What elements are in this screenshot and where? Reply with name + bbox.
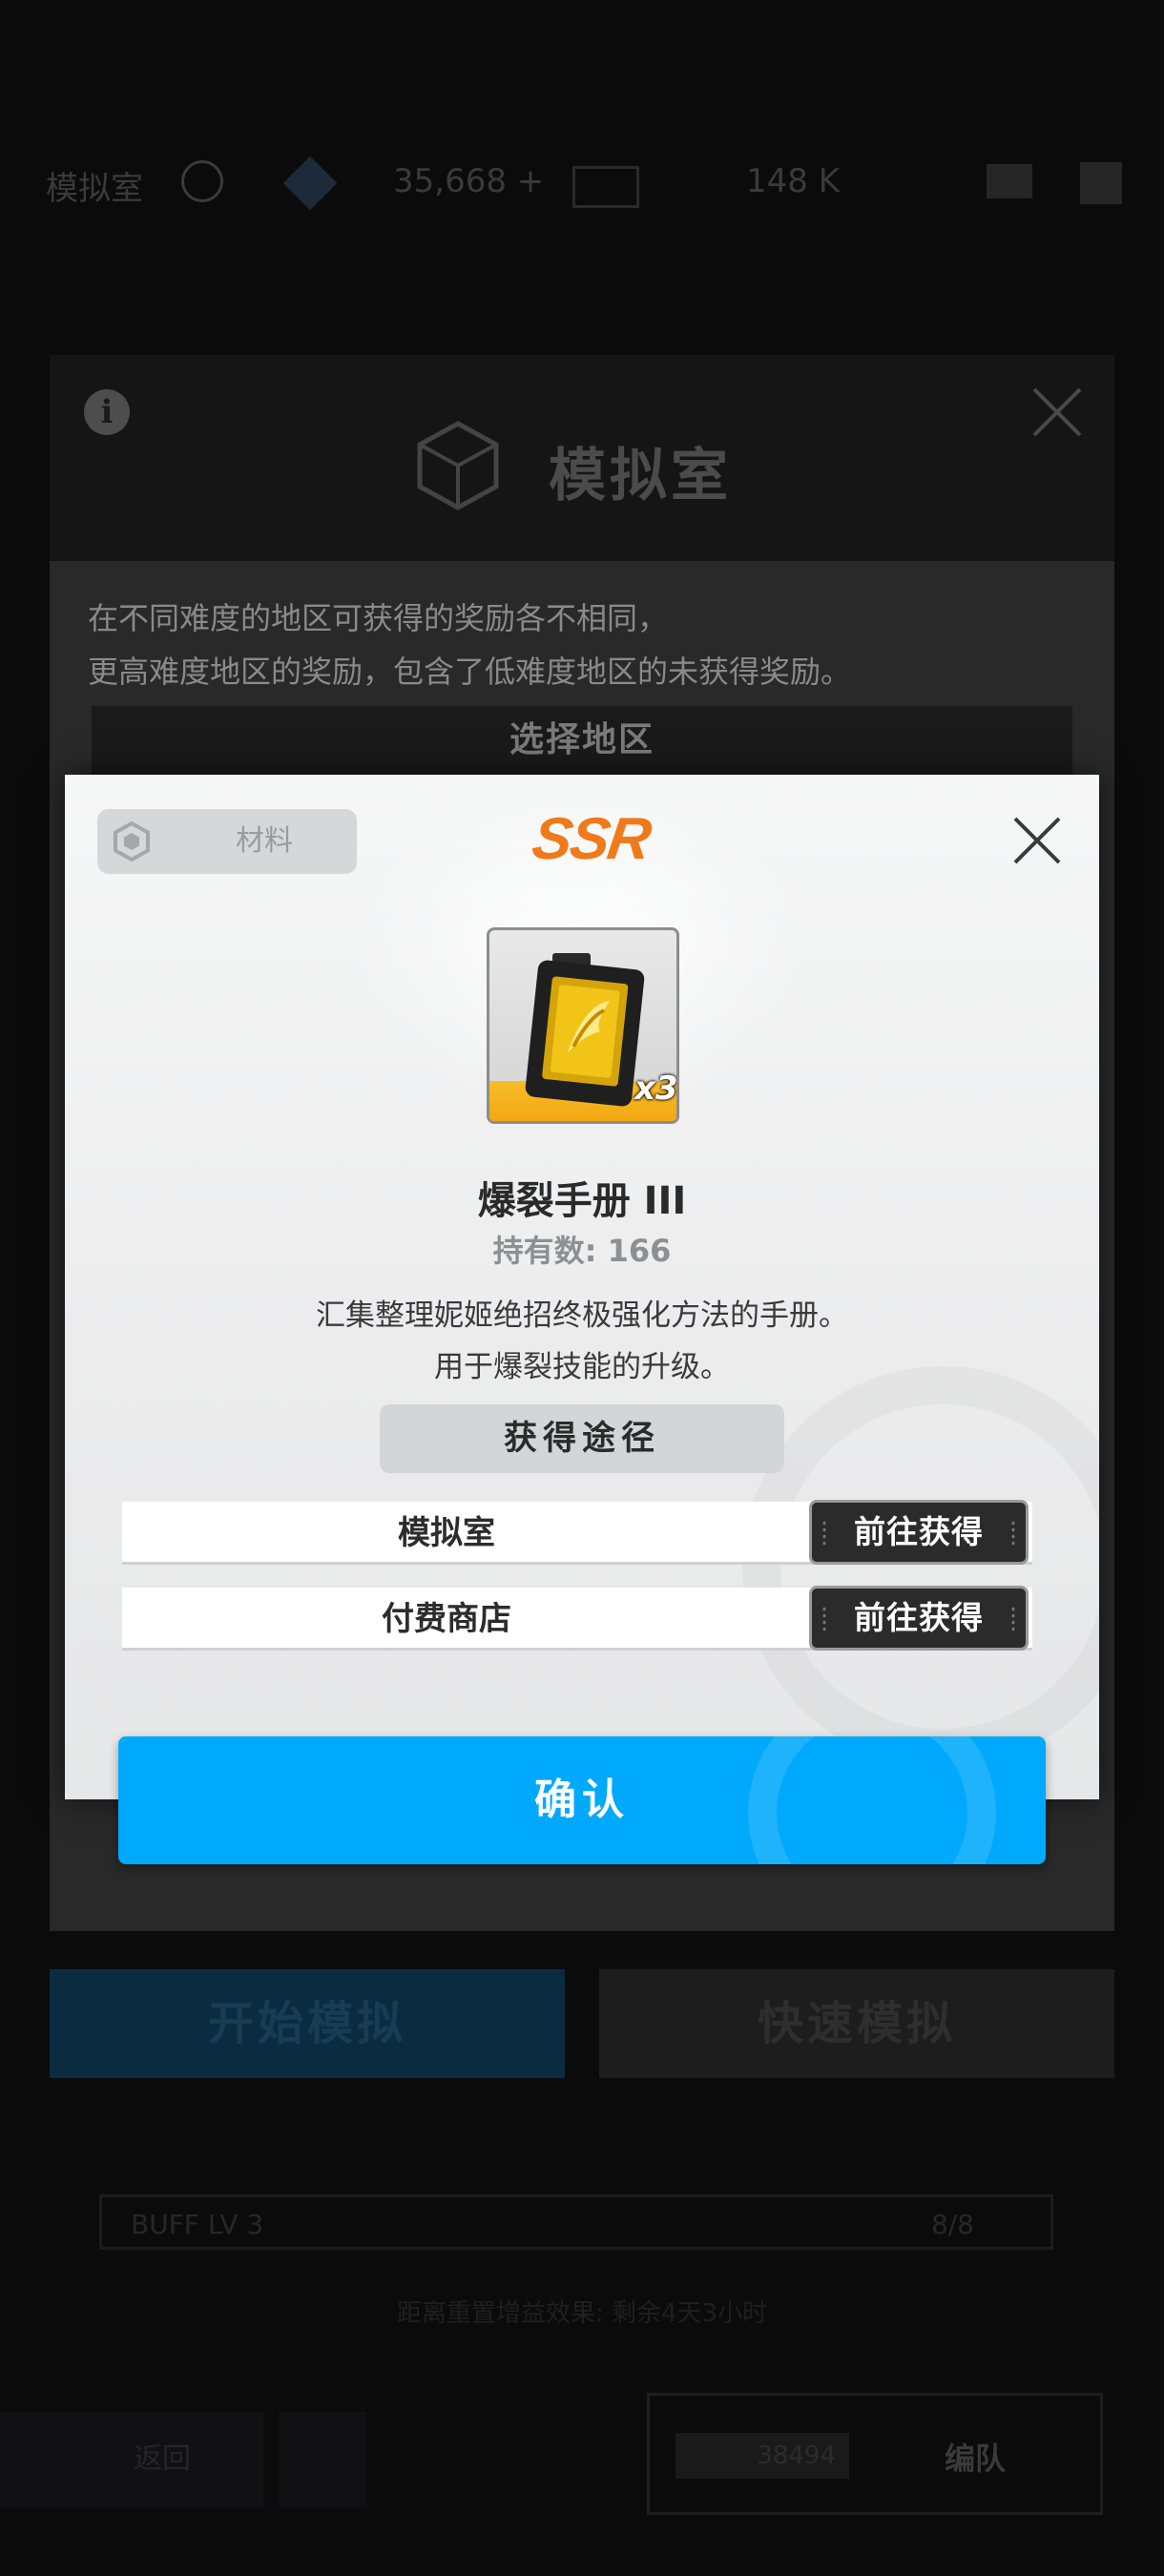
select-region-button[interactable]: 选择地区 xyxy=(92,706,1072,775)
item-quantity-badge: x3 xyxy=(634,1070,678,1108)
confirm-button[interactable]: 确认 xyxy=(118,1736,1046,1864)
acquisition-header: 获得途径 xyxy=(380,1404,784,1473)
source-name: 付费商店 xyxy=(382,1600,511,1638)
back-button[interactable]: 返回 xyxy=(0,2412,263,2507)
buff-count: 8/8 xyxy=(930,2209,974,2240)
buff-bar[interactable]: BUFF LV 3 8/8 xyxy=(99,2194,1053,2250)
combat-power: 38494 xyxy=(676,2433,849,2479)
confirm-button-deco xyxy=(748,1736,996,1864)
goto-simulation-room-button[interactable]: 前往获得 xyxy=(809,1500,1029,1565)
modal-watermark xyxy=(742,1366,1099,1767)
buff-level: BUFF LV 3 xyxy=(131,2209,264,2240)
currency-gem-icon xyxy=(282,156,338,211)
currency-2-value[interactable]: 148 K xyxy=(746,162,840,200)
item-description-line-1: 汇集整理妮姬绝招终极强化方法的手册。 xyxy=(316,1298,848,1333)
location-label: 模拟室 xyxy=(46,170,143,208)
cube-icon xyxy=(417,421,499,510)
top-status-bar: 模拟室 35,668 + 148 K xyxy=(0,143,1164,229)
panel-title: 模拟室 xyxy=(549,443,732,509)
mail-icon[interactable] xyxy=(987,164,1032,198)
rarity-badge: SSR xyxy=(528,806,654,872)
menu-icon[interactable] xyxy=(1080,162,1122,204)
info-icon[interactable]: i xyxy=(84,389,130,435)
category-label: 材料 xyxy=(236,824,293,858)
description-line-1: 在不同难度的地区可获得的奖励各不相同， xyxy=(88,600,669,636)
quick-simulation-button[interactable]: 快速模拟 xyxy=(599,1969,1114,2078)
material-icon xyxy=(114,821,150,862)
home-icon[interactable] xyxy=(279,2412,366,2507)
ticket-icon xyxy=(572,166,639,208)
item-detail-modal: 材料 SSR x3 爆裂手册 III 持有数: 166 汇集整理妮姬绝招终极强化… xyxy=(65,775,1099,1799)
confirm-label: 确认 xyxy=(534,1776,630,1824)
item-description: 汇集整理妮姬绝招终极强化方法的手册。 用于爆裂技能的升级。 xyxy=(65,1290,1099,1393)
goto-paid-shop-button[interactable]: 前往获得 xyxy=(809,1586,1029,1651)
burst-manual-icon xyxy=(525,953,645,1107)
description-line-2: 更高难度地区的奖励，包含了低难度地区的未获得奖励。 xyxy=(88,654,852,690)
item-name: 爆裂手册 III xyxy=(477,1179,687,1223)
formation-label[interactable]: 编队 xyxy=(945,2435,1006,2479)
info-icon[interactable] xyxy=(181,160,223,202)
owned-count: 持有数: 166 xyxy=(492,1233,672,1269)
buff-reset-note: 距离重置增益效果: 剩余4天3小时 xyxy=(396,2299,768,2328)
start-simulation-button[interactable]: 开始模拟 xyxy=(50,1969,565,2078)
category-badge: 材料 xyxy=(97,809,357,874)
item-description-line-2: 用于爆裂技能的升级。 xyxy=(434,1350,730,1384)
item-icon-frame: x3 xyxy=(487,927,679,1124)
panel-description: 在不同难度的地区可获得的奖励各不相同， 更高难度地区的奖励，包含了低难度地区的未… xyxy=(88,592,851,698)
close-icon[interactable] xyxy=(1029,384,1086,441)
source-name: 模拟室 xyxy=(398,1514,495,1552)
currency-1-value[interactable]: 35,668 + xyxy=(393,162,544,200)
source-row-simulation-room: 模拟室 前往获得 xyxy=(122,1500,1032,1565)
source-row-paid-shop: 付费商店 前往获得 xyxy=(122,1586,1032,1651)
close-icon[interactable] xyxy=(1009,813,1065,868)
